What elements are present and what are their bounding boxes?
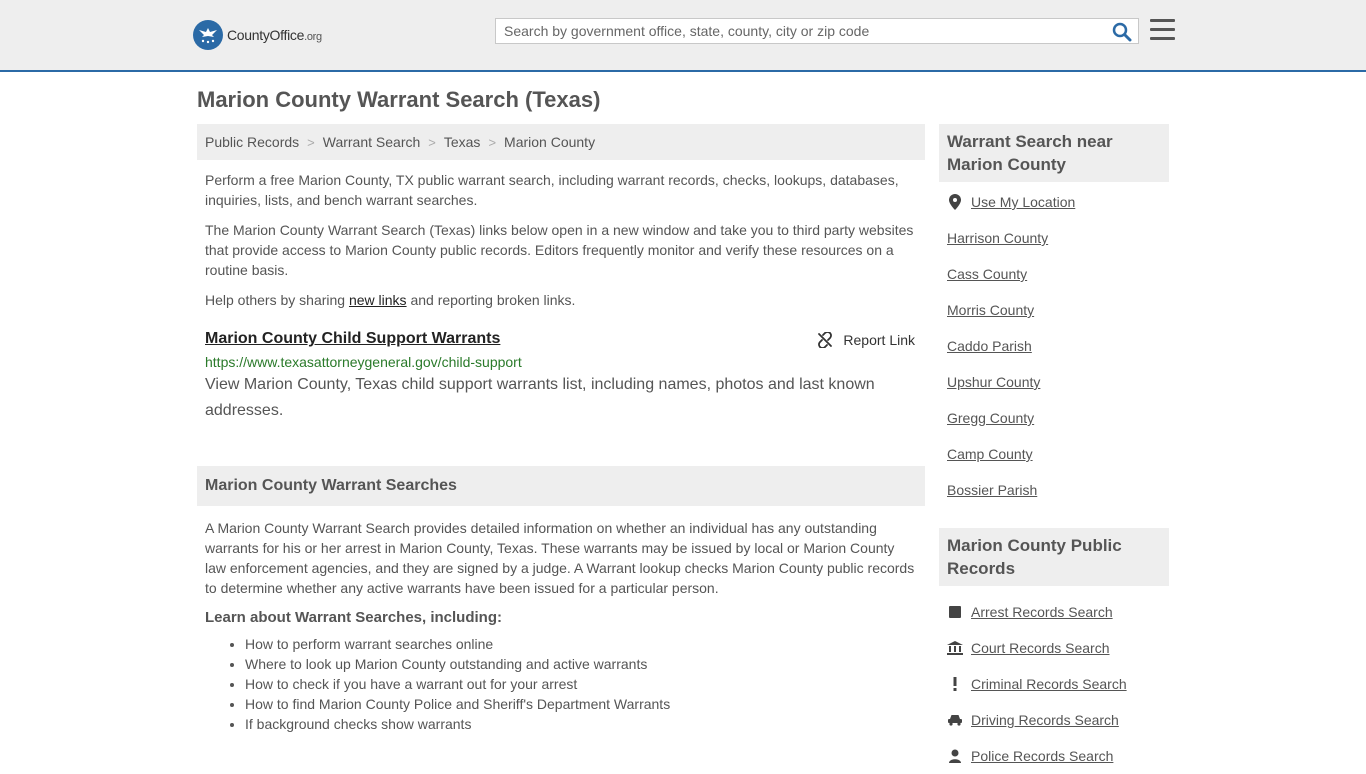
breadcrumb: Public Records > Warrant Search > Texas … xyxy=(197,124,925,160)
list-item: If background checks show warrants xyxy=(245,714,917,734)
result-url: https://www.texasattorneygeneral.gov/chi… xyxy=(205,354,522,370)
intro-paragraph-2: The Marion County Warrant Search (Texas)… xyxy=(205,222,914,278)
intro-paragraph-3: Help others by sharing new links and rep… xyxy=(205,290,917,310)
nearby-county-link[interactable]: Bossier Parish xyxy=(947,482,1037,498)
result-title-link[interactable]: Marion County Child Support Warrants xyxy=(205,330,500,348)
site-logo[interactable]: CountyOffice.org xyxy=(193,20,322,50)
public-records-list: Arrest Records Search Court Records Sear… xyxy=(939,594,1169,774)
sidebar-item-driving-records: Driving Records Search xyxy=(947,702,1161,738)
sidebar-item-harrison-county: Harrison County xyxy=(947,220,1161,256)
police-icon xyxy=(947,749,963,763)
nearby-county-link[interactable]: Caddo Parish xyxy=(947,338,1032,354)
sidebar-item-camp-county: Camp County xyxy=(947,436,1161,472)
learn-list: How to perform warrant searches online W… xyxy=(205,634,917,734)
logo-suffix-text: .org xyxy=(304,31,322,43)
breadcrumb-separator: > xyxy=(428,134,436,150)
public-records-block: Marion County Public Records Arrest Reco… xyxy=(939,528,1169,774)
report-link-button[interactable]: Report Link xyxy=(817,332,915,348)
nearby-heading: Warrant Search near Marion County xyxy=(939,124,1169,182)
nearby-county-link[interactable]: Harrison County xyxy=(947,230,1048,246)
eagle-logo-icon xyxy=(193,20,223,50)
report-link-label: Report Link xyxy=(843,332,915,348)
list-item: How to find Marion County Police and She… xyxy=(245,694,917,714)
list-item: How to check if you have a warrant out f… xyxy=(245,674,917,694)
hamburger-menu-icon[interactable] xyxy=(1150,19,1175,43)
list-item: Where to look up Marion County outstandi… xyxy=(245,654,917,674)
breadcrumb-texas[interactable]: Texas xyxy=(444,134,481,150)
sidebar-item-criminal-records: Criminal Records Search xyxy=(947,666,1161,702)
nearby-list: Use My Location Harrison County Cass Cou… xyxy=(939,184,1169,508)
result-item: Marion County Child Support Warrants Rep… xyxy=(197,330,925,424)
new-links-link[interactable]: new links xyxy=(349,292,407,308)
map-pin-icon xyxy=(947,194,963,210)
logo-text: CountyOffice.org xyxy=(227,27,322,43)
sidebar-item-police-records: Police Records Search xyxy=(947,738,1161,774)
sidebar-item-cass-county: Cass County xyxy=(947,256,1161,292)
courthouse-icon xyxy=(947,641,963,655)
site-header: CountyOffice.org xyxy=(0,0,1366,72)
sidebar-item-morris-county: Morris County xyxy=(947,292,1161,328)
list-item: How to perform warrant searches online xyxy=(245,634,917,654)
sidebar-item-court-records: Court Records Search xyxy=(947,630,1161,666)
sidebar-item-upshur-county: Upshur County xyxy=(947,364,1161,400)
sidebar-item-caddo-parish: Caddo Parish xyxy=(947,328,1161,364)
nearby-county-link[interactable]: Morris County xyxy=(947,302,1034,318)
help-text-end: and reporting broken links. xyxy=(406,292,576,308)
search-icon[interactable] xyxy=(1112,22,1132,42)
square-icon xyxy=(947,606,963,618)
warrant-searches-heading: Marion County Warrant Searches xyxy=(197,466,925,506)
warrant-searches-body: A Marion County Warrant Search provides … xyxy=(197,518,925,734)
result-description: View Marion County, Texas child support … xyxy=(205,376,875,419)
arrest-records-link[interactable]: Arrest Records Search xyxy=(971,604,1113,620)
nearby-county-link[interactable]: Upshur County xyxy=(947,374,1040,390)
broken-link-icon xyxy=(818,332,833,348)
nearby-county-link[interactable]: Gregg County xyxy=(947,410,1034,426)
search-box xyxy=(495,18,1139,44)
breadcrumb-public-records[interactable]: Public Records xyxy=(205,134,299,150)
police-records-link[interactable]: Police Records Search xyxy=(971,748,1113,764)
logo-main-text: CountyOffice xyxy=(227,27,305,43)
sidebar-item-gregg-county: Gregg County xyxy=(947,400,1161,436)
intro-text: Perform a free Marion County, TX public … xyxy=(197,170,925,310)
use-my-location-link[interactable]: Use My Location xyxy=(971,194,1075,210)
page-title: Marion County Warrant Search (Texas) xyxy=(197,87,601,112)
intro-paragraph-1: Perform a free Marion County, TX public … xyxy=(205,172,899,208)
exclamation-icon xyxy=(947,677,963,691)
sidebar-item-arrest-records: Arrest Records Search xyxy=(947,594,1161,630)
driving-records-link[interactable]: Driving Records Search xyxy=(971,712,1119,728)
public-records-heading: Marion County Public Records xyxy=(939,528,1169,586)
use-location-item: Use My Location xyxy=(947,184,1161,220)
breadcrumb-marion-county[interactable]: Marion County xyxy=(504,134,595,150)
main-content: Public Records > Warrant Search > Texas … xyxy=(197,124,925,734)
search-input[interactable] xyxy=(496,19,1096,43)
breadcrumb-warrant-search[interactable]: Warrant Search xyxy=(323,134,421,150)
breadcrumb-separator: > xyxy=(307,134,315,150)
car-icon xyxy=(947,714,963,726)
learn-heading: Learn about Warrant Searches, including: xyxy=(205,609,502,626)
criminal-records-link[interactable]: Criminal Records Search xyxy=(971,676,1127,692)
sidebar: Warrant Search near Marion County Use My… xyxy=(939,124,1169,774)
sidebar-item-bossier-parish: Bossier Parish xyxy=(947,472,1161,508)
nearby-county-link[interactable]: Cass County xyxy=(947,266,1027,282)
breadcrumb-separator: > xyxy=(488,134,497,150)
warrant-searches-paragraph: A Marion County Warrant Search provides … xyxy=(205,520,915,596)
nearby-county-link[interactable]: Camp County xyxy=(947,446,1033,462)
help-text: Help others by sharing xyxy=(205,292,349,308)
court-records-link[interactable]: Court Records Search xyxy=(971,640,1110,656)
